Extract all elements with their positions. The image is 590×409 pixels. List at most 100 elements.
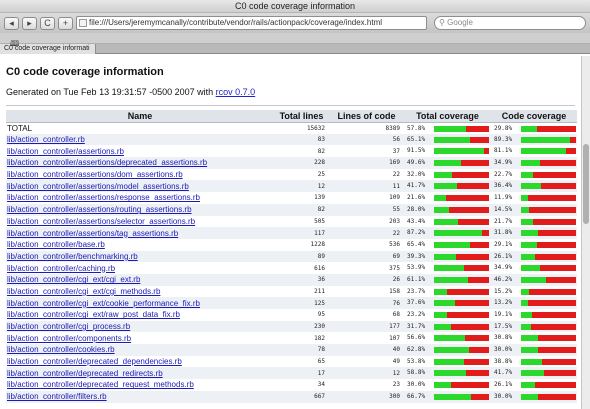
total-coverage-value: 58.8%	[407, 369, 426, 377]
total-coverage-fill	[434, 183, 457, 190]
total-lines-value: 65	[274, 355, 329, 368]
total-lines-value: 17	[274, 367, 329, 380]
total-coverage-fill	[434, 382, 451, 389]
lines-of-code-value: 69	[329, 250, 404, 263]
file-link[interactable]: lib/action_controller/assertions/tag_ass…	[6, 227, 274, 239]
address-bar[interactable]: file:///Users/jeremymcanally/contribute/…	[76, 16, 427, 30]
file-link[interactable]: lib/action_controller/assertions/selecto…	[6, 215, 274, 228]
total-lines-value: 36	[274, 273, 329, 286]
table-row: lib/action_controller/assertions/routing…	[6, 203, 577, 216]
file-link[interactable]: lib/action_controller/deprecated_redirec…	[6, 367, 274, 380]
search-field[interactable]: ⚲ Google	[434, 16, 586, 30]
file-link[interactable]: lib/action_controller/assertions/routing…	[6, 203, 274, 216]
file-link[interactable]: lib/action_controller.rb	[6, 133, 274, 146]
generated-line: Generated on Tue Feb 13 19:31:57 -0500 2…	[6, 87, 575, 97]
code-coverage-fill	[521, 230, 539, 237]
code-coverage-value: 89.3%	[494, 135, 513, 143]
file-link[interactable]: lib/action_controller/cgi_ext/cookie_per…	[6, 297, 274, 309]
total-lines-value: 125	[274, 297, 329, 309]
code-coverage-fill	[521, 312, 532, 318]
add-bookmark-button[interactable]: +	[58, 16, 73, 30]
code-coverage-cell: 21.7%	[491, 215, 577, 228]
code-coverage-bar	[521, 125, 576, 132]
total-coverage-bar	[434, 382, 489, 389]
table-row: lib/action_controller/deprecated_request…	[6, 379, 577, 391]
total-lines-value: 15632	[274, 122, 329, 134]
file-link[interactable]: lib/action_controller/cookies.rb	[6, 344, 274, 356]
code-coverage-cell: 19.1%	[491, 309, 577, 321]
code-coverage-value: 34.9%	[494, 159, 513, 167]
total-coverage-fill	[434, 358, 464, 365]
total-coverage-bar	[434, 230, 489, 237]
file-link[interactable]: lib/action_controller/assertions/depreca…	[6, 157, 274, 169]
code-coverage-value: 30.0%	[494, 346, 513, 354]
total-lines-value: 82	[274, 203, 329, 216]
total-coverage-fill	[434, 300, 455, 307]
lines-of-code-value: 68	[329, 309, 404, 321]
header-total-coverage[interactable]: Total coverage	[404, 110, 491, 123]
rcov-link[interactable]: rcov 0.7.0	[216, 87, 256, 97]
code-coverage-cell: 30.8%	[491, 332, 577, 345]
file-link[interactable]: lib/action_controller/cgi_ext/cgi_method…	[6, 285, 274, 298]
code-coverage-fill	[521, 125, 538, 132]
header-code-coverage[interactable]: Code coverage	[491, 110, 577, 123]
code-coverage-value: 31.8%	[494, 229, 513, 237]
table-row: lib/action_controller/benchmarking.rb 89 6…	[6, 250, 577, 263]
file-link[interactable]: lib/action_controller/cgi_process.rb	[6, 320, 274, 333]
vertical-scrollbar[interactable]	[581, 56, 590, 409]
file-link[interactable]: lib/action_controller/assertions/dom_ass…	[6, 168, 274, 181]
code-coverage-fill	[521, 148, 566, 155]
total-coverage-value: 37.6%	[407, 299, 426, 307]
total-coverage-cell: 43.4%	[404, 215, 491, 228]
header-lines-of-code[interactable]: Lines of code	[329, 110, 404, 123]
code-coverage-fill	[521, 253, 536, 260]
code-coverage-bar	[521, 370, 576, 377]
total-coverage-fill	[434, 241, 470, 248]
total-coverage-bar	[434, 253, 489, 260]
code-coverage-cell: 29.1%	[491, 238, 577, 251]
file-link[interactable]: lib/action_controller/components.rb	[6, 332, 274, 345]
back-button[interactable]: ◂	[4, 16, 19, 30]
lines-of-code-value: 158	[329, 285, 404, 298]
table-row: lib/action_controller/filters.rb 667 300 66…	[6, 390, 577, 403]
code-coverage-value: 46.2%	[494, 275, 513, 283]
lines-of-code-value: 12	[329, 367, 404, 380]
file-link[interactable]: lib/action_controller/cgi_ext/raw_post_d…	[6, 309, 274, 321]
browser-window: C0 code coverage information ◂ ▸ C + fil…	[0, 0, 590, 409]
divider	[6, 105, 575, 106]
file-link[interactable]: lib/action_controller/deprecated_depende…	[6, 355, 274, 368]
total-coverage-bar	[434, 206, 489, 213]
file-link[interactable]: lib/action_controller/assertions/model_a…	[6, 180, 274, 193]
lines-of-code-value: 22	[329, 168, 404, 181]
tab-coverage[interactable]: C0 code coverage informati	[0, 44, 96, 54]
file-link[interactable]: lib/action_controller/assertions.rb	[6, 145, 274, 158]
total-coverage-value: 57.8%	[407, 124, 426, 132]
lines-of-code-value: 11	[329, 180, 404, 193]
code-coverage-cell: 29.8%	[491, 122, 577, 134]
scrollbar-thumb[interactable]	[583, 144, 589, 224]
code-coverage-cell: 11.9%	[491, 192, 577, 204]
file-link[interactable]: lib/action_controller/benchmarking.rb	[6, 250, 274, 263]
code-coverage-fill	[521, 171, 534, 178]
total-coverage-fill	[434, 288, 448, 295]
file-link[interactable]: lib/action_controller/cgi_ext/cgi_ext.rb	[6, 273, 274, 286]
file-link[interactable]: lib/action_controller/assertions/respons…	[6, 192, 274, 204]
code-coverage-bar	[521, 265, 576, 272]
file-link[interactable]: lib/action_controller/deprecated_request…	[6, 379, 274, 391]
page-favicon-icon	[79, 19, 87, 27]
file-link[interactable]: lib/action_controller/caching.rb	[6, 262, 274, 274]
total-coverage-bar	[434, 218, 489, 225]
total-coverage-fill	[434, 276, 468, 283]
lines-of-code-value: 22	[329, 227, 404, 239]
code-coverage-value: 13.2%	[494, 299, 513, 307]
coverage-table: Name Total lines Lines of code Total cov…	[6, 110, 577, 403]
forward-button[interactable]: ▸	[22, 16, 37, 30]
total-coverage-bar	[434, 370, 489, 377]
file-link[interactable]: lib/action_controller/filters.rb	[6, 390, 274, 403]
reload-button[interactable]: C	[40, 16, 55, 30]
header-total-lines[interactable]: Total lines	[274, 110, 329, 123]
header-name[interactable]: Name	[6, 110, 274, 123]
code-coverage-cell: 14.5%	[491, 203, 577, 216]
file-link[interactable]: lib/action_controller/base.rb	[6, 238, 274, 251]
code-coverage-bar	[521, 300, 576, 307]
